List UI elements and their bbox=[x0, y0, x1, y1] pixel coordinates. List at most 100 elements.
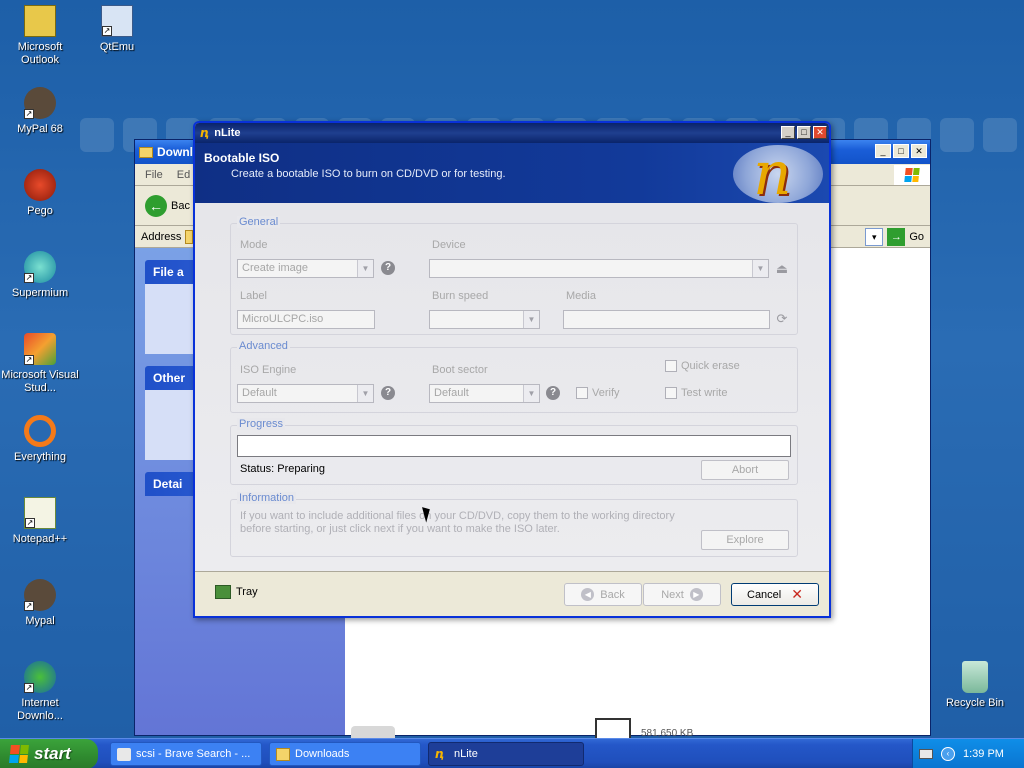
mode-help-icon[interactable]: ? bbox=[381, 261, 395, 275]
desktop-icon-mypal[interactable]: ↗ Mypal bbox=[1, 579, 79, 628]
mode-label: Mode bbox=[240, 239, 268, 251]
desktop-icon-label: Mypal bbox=[25, 615, 55, 627]
taskbar-item-brave[interactable]: scsi - Brave Search - ... bbox=[110, 742, 262, 766]
status-text: Status: Preparing bbox=[240, 463, 325, 475]
start-button[interactable]: start bbox=[0, 739, 98, 768]
information-text-line1: If you want to include additional files … bbox=[240, 510, 675, 522]
cancel-button[interactable]: Cancel ✕ bbox=[731, 583, 819, 606]
maximize-button[interactable]: □ bbox=[893, 144, 909, 158]
quick-erase-checkbox[interactable]: Quick erase bbox=[665, 360, 740, 372]
maximize-button[interactable]: □ bbox=[797, 126, 811, 139]
explorer-back-label[interactable]: Bac bbox=[171, 200, 190, 212]
desktop-icon-label: Microsoft Visual Stud... bbox=[1, 369, 79, 394]
everything-icon bbox=[24, 415, 56, 447]
boot-sector-dropdown[interactable]: Default ▼ bbox=[429, 384, 540, 403]
go-arrow-icon: → bbox=[887, 227, 906, 246]
cancel-x-icon: ✕ bbox=[791, 586, 803, 602]
advanced-group: Advanced bbox=[230, 340, 798, 413]
nlite-title-bar[interactable]: ꞑ nLite bbox=[195, 123, 829, 143]
desktop-icon-visual-studio[interactable]: ↗ Microsoft Visual Stud... bbox=[1, 333, 79, 395]
mode-dropdown[interactable]: Create image ▼ bbox=[237, 259, 374, 278]
desktop-icon-supermium[interactable]: ↗ Supermium bbox=[1, 251, 79, 300]
iso-engine-help-icon[interactable]: ? bbox=[381, 386, 395, 400]
go-button[interactable]: ▾ → Go bbox=[865, 227, 924, 246]
boot-sector-value: Default bbox=[434, 387, 469, 399]
checkbox-box bbox=[665, 387, 677, 399]
desktop-icon-mypal68[interactable]: ↗ MyPal 68 bbox=[1, 87, 79, 136]
windows-logo-icon bbox=[9, 745, 29, 763]
close-button[interactable]: ✕ bbox=[813, 126, 827, 139]
desktop-icon-label: MyPal 68 bbox=[17, 123, 63, 135]
advanced-legend: Advanced bbox=[237, 340, 290, 352]
progress-bar bbox=[237, 435, 791, 457]
desktop-icon-label: Pego bbox=[27, 205, 53, 217]
test-write-label: Test write bbox=[681, 387, 728, 399]
nlite-footer: Tray ◀ Back Next ▶ Cancel ✕ bbox=[195, 571, 829, 616]
nlite-app-icon: ꞑ bbox=[200, 126, 210, 140]
idm-icon: ↗ bbox=[24, 661, 56, 693]
taskbar-item-label: scsi - Brave Search - ... bbox=[136, 748, 251, 760]
recycle-bin-icon bbox=[962, 661, 988, 693]
menu-file[interactable]: File bbox=[145, 169, 163, 181]
back-button[interactable]: ◀ Back bbox=[564, 583, 642, 606]
mode-value: Create image bbox=[242, 262, 309, 274]
taskbar-item-downloads[interactable]: Downloads bbox=[269, 742, 421, 766]
keyboard-icon[interactable] bbox=[919, 749, 933, 759]
desktop-icon-pego[interactable]: Pego bbox=[1, 169, 79, 218]
refresh-icon[interactable]: ⟳ bbox=[774, 311, 790, 327]
boot-sector-help-icon[interactable]: ? bbox=[546, 386, 560, 400]
menu-edit[interactable]: Ed bbox=[177, 169, 190, 181]
iso-label-value: MicroULCPC.iso bbox=[242, 313, 324, 325]
go-label: Go bbox=[909, 230, 924, 243]
brave-icon bbox=[117, 747, 131, 761]
media-field bbox=[563, 310, 770, 329]
chevron-down-icon: ▼ bbox=[523, 311, 539, 328]
folder-icon bbox=[139, 146, 153, 158]
next-button[interactable]: Next ▶ bbox=[643, 583, 721, 606]
desktop-icon-idm[interactable]: ↗ Internet Downlo... bbox=[1, 661, 79, 723]
show-hidden-icons-icon[interactable]: ‹ bbox=[941, 747, 955, 761]
nlite-window[interactable]: ꞑ nLite _ □ ✕ Bootable ISO Create a boot… bbox=[193, 121, 831, 618]
burn-speed-dropdown[interactable]: ▼ bbox=[429, 310, 540, 329]
minimize-button[interactable]: _ bbox=[875, 144, 891, 158]
device-dropdown[interactable]: ▼ bbox=[429, 259, 769, 278]
test-write-checkbox[interactable]: Test write bbox=[665, 387, 727, 399]
desktop-icon-notepadpp[interactable]: ↗ Notepad++ bbox=[1, 497, 79, 546]
desktop-icon-everything[interactable]: Everything bbox=[1, 415, 79, 464]
desktop-icon-label: Notepad++ bbox=[12, 533, 68, 545]
checkbox-box bbox=[576, 387, 588, 399]
iso-label-input[interactable]: MicroULCPC.iso bbox=[237, 310, 375, 329]
iso-engine-dropdown[interactable]: Default ▼ bbox=[237, 384, 374, 403]
desktop-icon-label: Supermium bbox=[11, 287, 69, 299]
desktop-icon-outlook[interactable]: Microsoft Outlook bbox=[1, 5, 79, 67]
chevron-down-icon: ▼ bbox=[357, 260, 373, 277]
desktop-icon-label: QtEmu bbox=[99, 41, 135, 53]
nlite-content: General Mode Create image ▼ ? Device ▼ ⏏… bbox=[195, 203, 829, 571]
taskbar: start scsi - Brave Search - ... Download… bbox=[0, 738, 1024, 768]
verify-checkbox[interactable]: Verify bbox=[576, 387, 620, 399]
taskbar-item-nlite[interactable]: ꞑ nLite bbox=[428, 742, 584, 766]
back-arrow-icon[interactable]: ← bbox=[145, 194, 167, 217]
minimize-button[interactable]: _ bbox=[781, 126, 795, 139]
abort-button[interactable]: Abort bbox=[701, 460, 789, 480]
tray-button[interactable]: Tray bbox=[215, 585, 258, 599]
checkbox-box bbox=[665, 360, 677, 372]
quick-erase-label: Quick erase bbox=[681, 360, 740, 372]
desktop-icon-label: Internet Downlo... bbox=[17, 697, 63, 722]
arrow-right-icon: ▶ bbox=[689, 588, 703, 601]
visual-studio-icon: ↗ bbox=[24, 333, 56, 365]
desktop-icon-recycle-bin[interactable]: Recycle Bin bbox=[936, 661, 1014, 710]
close-button[interactable]: ✕ bbox=[911, 144, 927, 158]
qtemu-icon: ↗ bbox=[101, 5, 133, 37]
device-label: Device bbox=[432, 239, 466, 251]
desktop-icon-label: Everything bbox=[14, 451, 66, 463]
eject-icon[interactable]: ⏏ bbox=[774, 261, 790, 277]
dropdown-arrow-icon[interactable]: ▾ bbox=[865, 227, 884, 246]
nlite-page-header: Bootable ISO Create a bootable ISO to bu… bbox=[195, 139, 829, 209]
clock[interactable]: 1:39 PM bbox=[963, 748, 1004, 760]
back-label: Back bbox=[600, 588, 625, 601]
explore-button[interactable]: Explore bbox=[701, 530, 789, 550]
chevron-down-icon: ▼ bbox=[752, 260, 768, 277]
desktop-icon-label: Recycle Bin bbox=[945, 697, 1005, 709]
desktop-icon-qtemu[interactable]: ↗ QtEmu bbox=[78, 5, 156, 54]
